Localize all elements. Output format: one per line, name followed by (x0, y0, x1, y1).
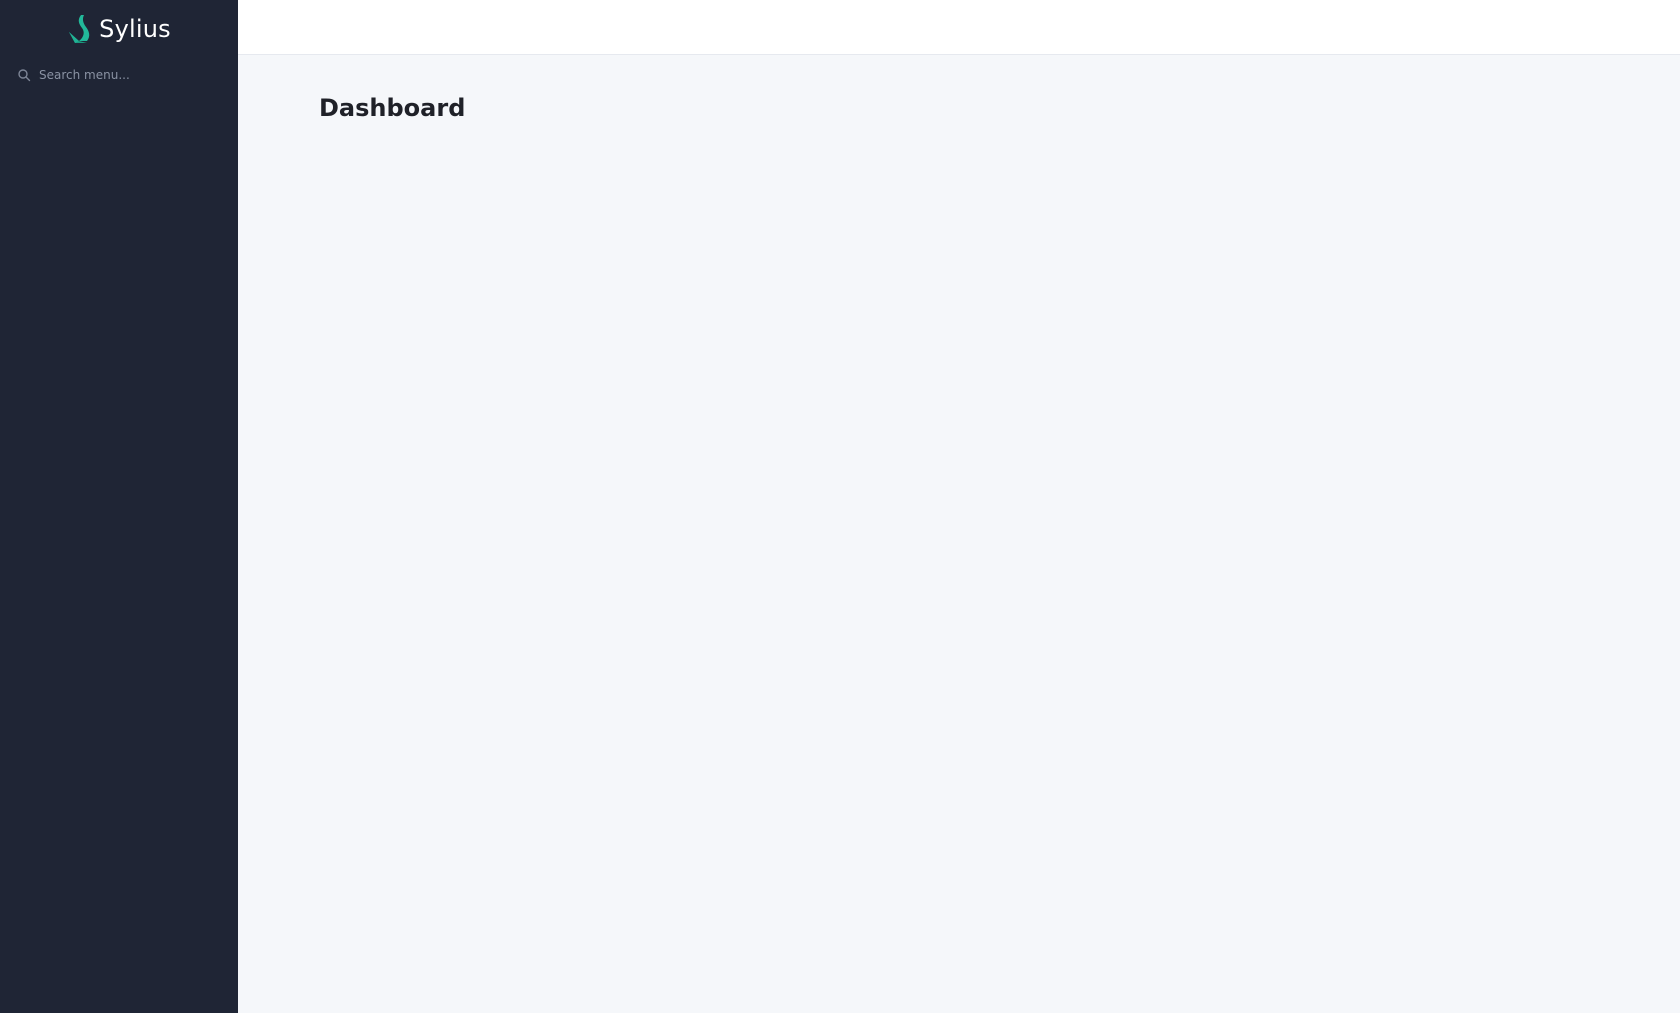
brand-logo[interactable]: Sylius (0, 12, 238, 46)
app-root: Sylius Dashboard (0, 0, 1680, 1013)
search-icon (18, 69, 31, 82)
search-menu-input[interactable] (39, 68, 209, 82)
main-content: Dashboard (238, 55, 1680, 1013)
sylius-logo-icon (69, 15, 90, 43)
page-title: Dashboard (319, 94, 466, 122)
sidebar: Sylius (0, 0, 238, 1013)
top-bar (238, 0, 1680, 55)
menu-search (14, 62, 224, 88)
brand-name: Sylius (99, 15, 171, 43)
